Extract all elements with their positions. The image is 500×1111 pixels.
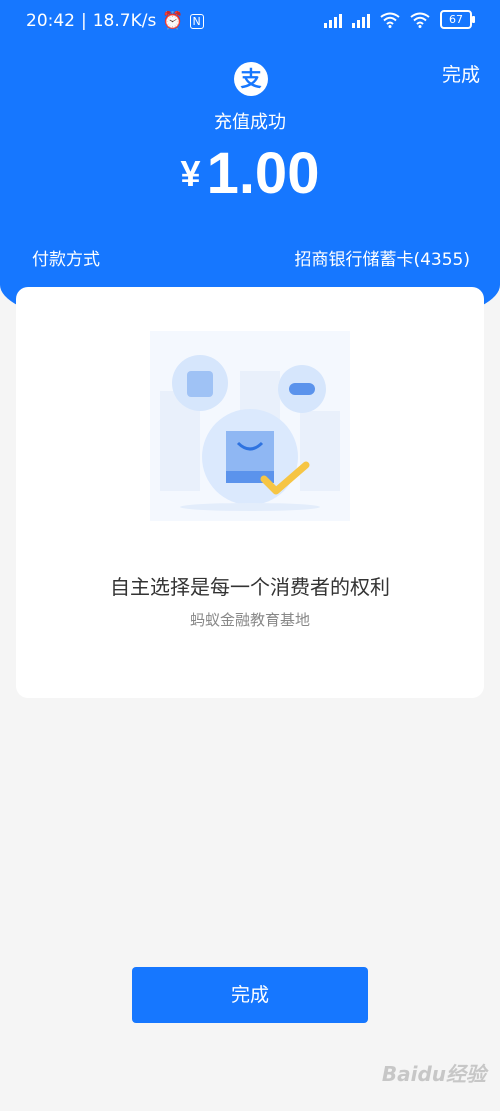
shopping-illustration-icon [150, 331, 350, 521]
status-right: 67 [324, 10, 475, 29]
alipay-logo-icon: 支 [234, 62, 268, 96]
battery-icon: 67 [440, 10, 475, 29]
card-slogan: 自主选择是每一个消费者的权利 [110, 575, 390, 599]
page-title: 充值成功 [214, 112, 286, 133]
payment-method-value: 招商银行储蓄卡(4355) [294, 250, 470, 270]
signal-icon [352, 12, 370, 28]
status-time: 20:42 [26, 11, 75, 31]
nfc-icon: N [189, 13, 204, 29]
status-left: 20:42 | 18.7K/s ⏰ N [26, 11, 204, 31]
card-subtitle: 蚂蚁金融教育基地 [189, 611, 310, 629]
status-net-speed: 18.7K/s [92, 11, 157, 31]
currency-symbol: ¥ [180, 152, 201, 194]
amount-display: ¥1.00 [0, 140, 500, 207]
signal-icon [324, 12, 342, 28]
status-divider: | [81, 11, 87, 31]
watermark: Baidu经验 [381, 1062, 486, 1086]
wifi-icon [410, 12, 430, 28]
alarm-icon: ⏰ [162, 11, 184, 31]
amount-value: 1.00 [206, 141, 320, 206]
done-link[interactable]: 完成 [442, 60, 480, 87]
wifi-icon [380, 12, 400, 28]
done-button[interactable]: 完成 [132, 967, 368, 1023]
education-card: 自主选择是每一个消费者的权利 蚂蚁金融教育基地 [16, 287, 484, 698]
payment-method-label: 付款方式 [32, 250, 100, 270]
status-bar: 20:42 | 18.7K/s ⏰ N 67 [0, 0, 500, 44]
